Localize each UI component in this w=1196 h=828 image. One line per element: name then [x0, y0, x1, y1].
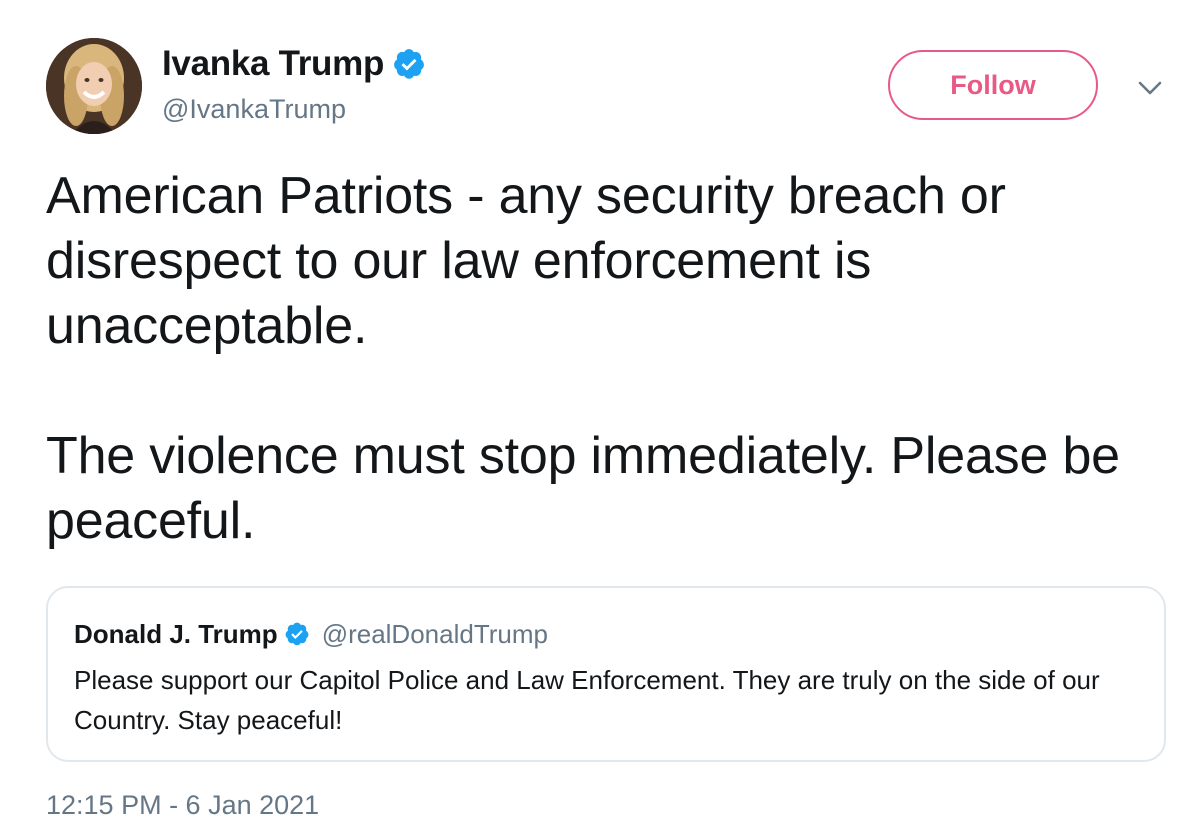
verified-badge-icon	[284, 621, 310, 647]
author-handle[interactable]: @IvankaTrump	[162, 94, 346, 125]
tweet-paragraph: The violence must stop immediately. Plea…	[46, 427, 1120, 550]
tweet-timestamp[interactable]: 12:15 PM - 6 Jan 2021	[46, 790, 319, 821]
quoted-author-name: Donald J. Trump	[74, 618, 278, 649]
quoted-author-handle: @realDonaldTrump	[321, 618, 548, 649]
tweet-text: American Patriots - any security breach …	[46, 164, 1166, 554]
author-name-row: Ivanka Trump	[162, 44, 426, 84]
author-display-name[interactable]: Ivanka Trump	[162, 44, 384, 84]
avatar[interactable]	[46, 38, 142, 134]
tweet-paragraph: American Patriots - any security breach …	[46, 167, 1006, 355]
tweet-card: Ivanka Trump @IvankaTrump Follow America…	[0, 0, 1196, 828]
follow-button[interactable]: Follow	[888, 50, 1098, 120]
chevron-down-icon[interactable]	[1134, 74, 1166, 102]
quoted-tweet-card[interactable]: Donald J. Trump @realDonaldTrump Please …	[46, 586, 1166, 762]
quoted-tweet-text: Please support our Capitol Police and La…	[74, 665, 1100, 735]
verified-badge-icon	[392, 47, 426, 81]
quoted-tweet-header: Donald J. Trump @realDonaldTrump	[74, 618, 548, 650]
